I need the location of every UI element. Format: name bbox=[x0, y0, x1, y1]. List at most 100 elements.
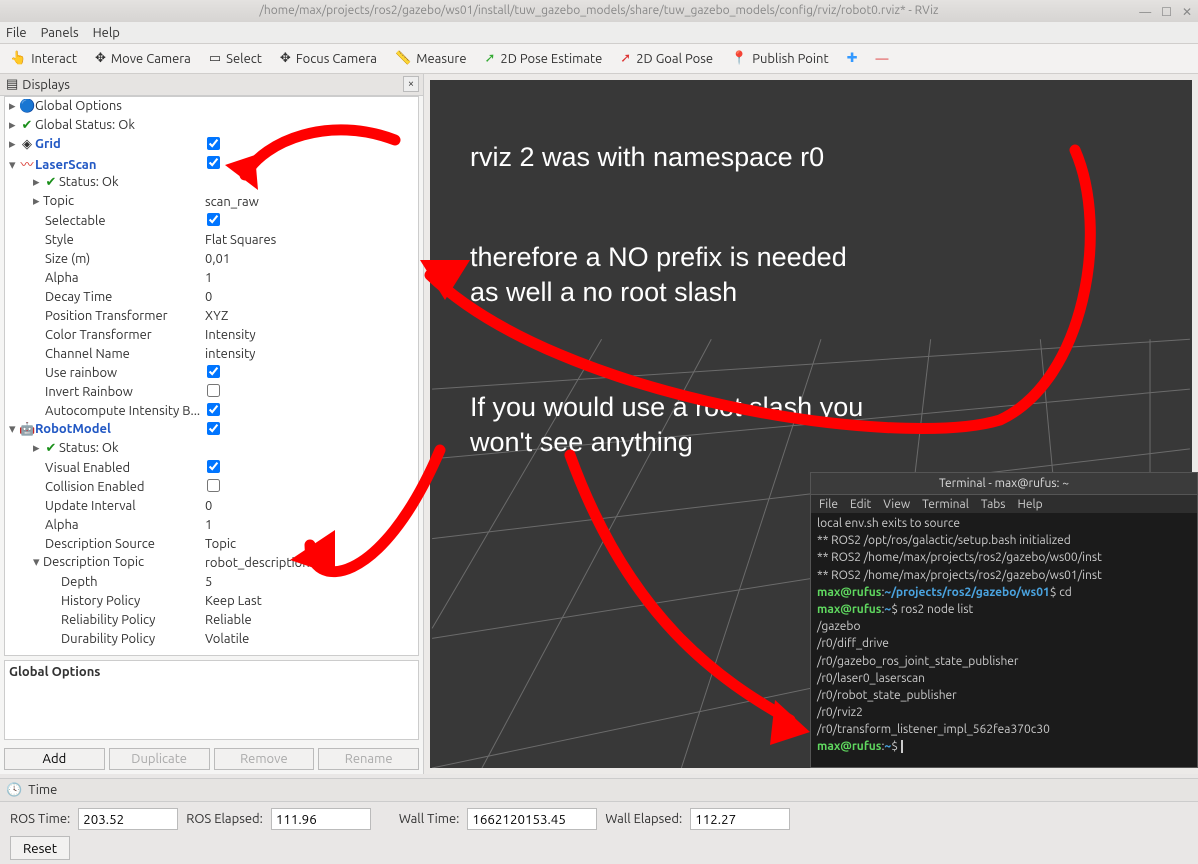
tree-rm-status[interactable]: ▸✔Status: Ok bbox=[5, 439, 418, 458]
add-button[interactable]: Add bbox=[4, 748, 105, 770]
publish-point-button[interactable]: 📍Publish Point bbox=[731, 51, 829, 66]
reset-button[interactable]: Reset bbox=[10, 836, 70, 860]
displays-title: Displays bbox=[22, 78, 70, 92]
close-icon[interactable]: ✕ bbox=[1182, 2, 1192, 24]
menu-help[interactable]: Help bbox=[93, 26, 120, 40]
window-titlebar: /home/max/projects/ros2/gazebo/ws01/inst… bbox=[0, 0, 1198, 22]
menubar: File Panels Help bbox=[0, 22, 1198, 44]
minimize-icon[interactable]: — bbox=[1139, 2, 1151, 24]
duplicate-button[interactable]: Duplicate bbox=[109, 748, 210, 770]
displays-header: ▤ Displays × bbox=[0, 74, 423, 96]
remove-button[interactable]: Remove bbox=[214, 748, 315, 770]
rainbow-checkbox[interactable] bbox=[207, 365, 220, 378]
terminal-menubar: File Edit View Terminal Tabs Help bbox=[811, 495, 1197, 513]
term-menu-file[interactable]: File bbox=[819, 498, 838, 511]
auto-checkbox[interactable] bbox=[207, 403, 220, 416]
tree-ls-status[interactable]: ▸✔Status: Ok bbox=[5, 173, 418, 192]
pin-icon: 📍 bbox=[731, 51, 747, 66]
detail-panel: Global Options bbox=[4, 660, 419, 740]
interact-button[interactable]: 👆Interact bbox=[10, 51, 77, 66]
tree-ls-size[interactable]: Size (m)0,01 bbox=[5, 249, 418, 268]
robotmodel-checkbox[interactable] bbox=[207, 422, 220, 435]
tree-rm-history[interactable]: History PolicyKeep Last bbox=[5, 591, 418, 610]
ros-time-label: ROS Time: bbox=[10, 812, 70, 826]
rename-button[interactable]: Rename bbox=[318, 748, 419, 770]
annotation-3: If you would use a root slash you won't … bbox=[470, 390, 863, 460]
terminal-body[interactable]: local env.sh exits to source ** ROS2 /op… bbox=[811, 513, 1197, 758]
focus-camera-button[interactable]: ✥Focus Camera bbox=[280, 51, 377, 66]
clock-icon: 🕓 bbox=[6, 783, 22, 798]
tree-ls-pos[interactable]: Position TransformerXYZ bbox=[5, 306, 418, 325]
ros-time-input[interactable] bbox=[78, 808, 178, 830]
terminal-window[interactable]: Terminal - max@rufus: ~ File Edit View T… bbox=[810, 472, 1198, 768]
move-icon: ✥ bbox=[95, 51, 106, 66]
add-tool-button[interactable]: ✚ bbox=[847, 51, 858, 66]
ruler-icon: 📏 bbox=[395, 51, 411, 66]
tree-ls-auto[interactable]: Autocompute Intensity B... bbox=[5, 401, 418, 420]
laserscan-checkbox[interactable] bbox=[207, 156, 220, 169]
tree-ls-invert[interactable]: Invert Rainbow bbox=[5, 382, 418, 401]
term-menu-edit[interactable]: Edit bbox=[850, 498, 871, 511]
tree-rm-alpha[interactable]: Alpha1 bbox=[5, 515, 418, 534]
measure-button[interactable]: 📏Measure bbox=[395, 51, 467, 66]
time-row: ROS Time: ROS Elapsed: Wall Time: Wall E… bbox=[0, 802, 1198, 836]
tree-rm-update[interactable]: Update Interval0 bbox=[5, 496, 418, 515]
tree-grid[interactable]: ▸◈Grid bbox=[5, 135, 418, 154]
selectable-checkbox[interactable] bbox=[207, 213, 220, 226]
remove-tool-button[interactable]: — bbox=[875, 52, 888, 66]
wall-elapsed-input[interactable] bbox=[690, 808, 790, 830]
tree-rm-visual[interactable]: Visual Enabled bbox=[5, 458, 418, 477]
displays-icon: ▤ bbox=[6, 77, 18, 92]
annotation-1: rviz 2 was with namespace r0 bbox=[470, 140, 824, 175]
tree-ls-alpha[interactable]: Alpha1 bbox=[5, 268, 418, 287]
term-menu-tabs[interactable]: Tabs bbox=[981, 498, 1006, 511]
menu-file[interactable]: File bbox=[6, 26, 27, 40]
goal-pose-button[interactable]: ➚2D Goal Pose bbox=[620, 51, 713, 66]
tree-ls-rainbow[interactable]: Use rainbow bbox=[5, 363, 418, 382]
panel-buttons: Add Duplicate Remove Rename bbox=[0, 744, 423, 774]
detail-title: Global Options bbox=[9, 665, 100, 679]
terminal-title: Terminal - max@rufus: ~ bbox=[811, 473, 1197, 495]
tree-rm-durability[interactable]: Durability PolicyVolatile bbox=[5, 629, 418, 648]
displays-tree[interactable]: ▸🔵Global Options ▸✔Global Status: Ok ▸◈G… bbox=[4, 96, 419, 656]
tree-ls-style[interactable]: StyleFlat Squares bbox=[5, 230, 418, 249]
grid-checkbox[interactable] bbox=[207, 137, 220, 150]
pose-estimate-button[interactable]: ➚2D Pose Estimate bbox=[485, 51, 603, 66]
wall-time-label: Wall Time: bbox=[399, 812, 460, 826]
move-camera-button[interactable]: ✥Move Camera bbox=[95, 51, 191, 66]
tree-global-status[interactable]: ▸✔Global Status: Ok bbox=[5, 116, 418, 135]
tree-rm-reliability[interactable]: Reliability PolicyReliable bbox=[5, 610, 418, 629]
tree-ls-selectable[interactable]: Selectable bbox=[5, 211, 418, 230]
ros-elapsed-input[interactable] bbox=[271, 808, 371, 830]
term-menu-terminal[interactable]: Terminal bbox=[922, 498, 969, 511]
tree-ls-channel[interactable]: Channel Nameintensity bbox=[5, 344, 418, 363]
invert-checkbox[interactable] bbox=[207, 384, 220, 397]
arrow-red-icon: ➚ bbox=[620, 51, 631, 66]
visual-checkbox[interactable] bbox=[207, 460, 220, 473]
select-button[interactable]: ▭Select bbox=[209, 51, 262, 66]
tree-rm-depth[interactable]: Depth5 bbox=[5, 572, 418, 591]
menu-panels[interactable]: Panels bbox=[41, 26, 79, 40]
tree-rm-src[interactable]: Description SourceTopic bbox=[5, 534, 418, 553]
window-title: /home/max/projects/ros2/gazebo/ws01/inst… bbox=[259, 4, 938, 17]
maximize-icon[interactable]: ☐ bbox=[1161, 2, 1172, 24]
tree-robotmodel[interactable]: ▾🤖RobotModel bbox=[5, 420, 418, 439]
ros-elapsed-label: ROS Elapsed: bbox=[186, 812, 263, 826]
tree-ls-color[interactable]: Color TransformerIntensity bbox=[5, 325, 418, 344]
collision-checkbox[interactable] bbox=[207, 479, 220, 492]
tree-ls-decay[interactable]: Decay Time0 bbox=[5, 287, 418, 306]
tree-global-options[interactable]: ▸🔵Global Options bbox=[5, 97, 418, 116]
tree-rm-topic[interactable]: ▾Description Topicrobot_description bbox=[5, 553, 418, 572]
panel-close-icon[interactable]: × bbox=[403, 76, 419, 92]
arrow-green-icon: ➚ bbox=[485, 51, 496, 66]
tree-rm-collision[interactable]: Collision Enabled bbox=[5, 477, 418, 496]
wall-elapsed-label: Wall Elapsed: bbox=[605, 812, 682, 826]
tree-ls-topic[interactable]: ▸Topicscan_raw bbox=[5, 192, 418, 211]
term-menu-help[interactable]: Help bbox=[1017, 498, 1042, 511]
annotation-2: therefore a NO prefix is needed as well … bbox=[470, 240, 847, 310]
term-menu-view[interactable]: View bbox=[883, 498, 910, 511]
toolbar: 👆Interact ✥Move Camera ▭Select ✥Focus Ca… bbox=[0, 44, 1198, 74]
tree-laserscan[interactable]: ▾〰LaserScan bbox=[5, 154, 418, 173]
select-icon: ▭ bbox=[209, 51, 221, 66]
wall-time-input[interactable] bbox=[467, 808, 597, 830]
